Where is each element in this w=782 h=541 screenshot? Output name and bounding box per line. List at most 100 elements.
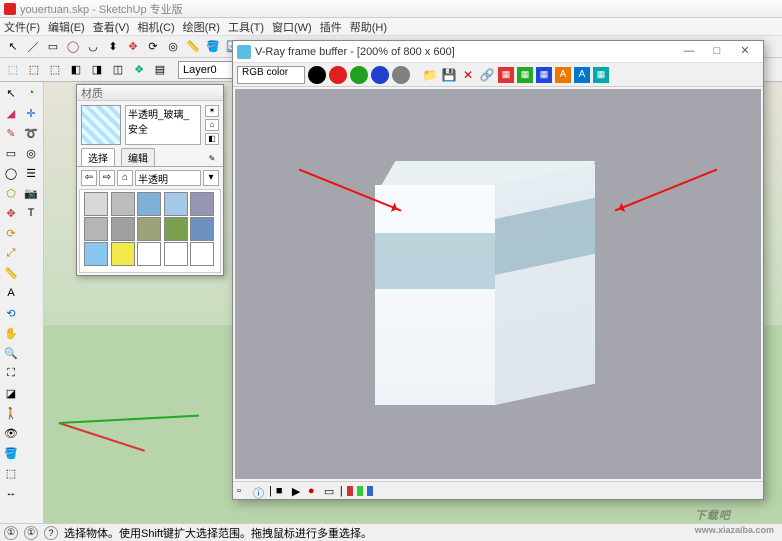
paint-tool-icon[interactable]: 🪣 xyxy=(204,38,222,56)
section-icon[interactable]: ◪ xyxy=(2,384,20,402)
menu-help[interactable]: 帮助(H) xyxy=(350,19,387,35)
polygon-icon[interactable]: ⬠ xyxy=(2,184,20,202)
move-icon[interactable]: ✥ xyxy=(2,204,20,222)
shaded-tex-icon[interactable]: ◨ xyxy=(88,61,106,79)
material-swatch[interactable] xyxy=(190,242,214,266)
vray-open-icon[interactable]: 📁 xyxy=(422,67,438,83)
hidden-line-icon[interactable]: ⬚ xyxy=(46,61,64,79)
axes-icon[interactable]: ✛ xyxy=(22,104,40,122)
component-icon[interactable]: ⬚ xyxy=(2,464,20,482)
rotate-icon[interactable]: ⟳ xyxy=(2,224,20,242)
vray-maximize-button[interactable]: □ xyxy=(703,43,731,61)
material-swatch[interactable] xyxy=(137,192,161,216)
vray-clear-icon[interactable]: ✕ xyxy=(460,67,476,83)
orbit-icon[interactable]: ⟲ xyxy=(2,304,20,322)
menu-draw[interactable]: 绘图(R) xyxy=(183,19,220,35)
shaded-icon[interactable]: ◧ xyxy=(67,61,85,79)
text-icon[interactable]: A xyxy=(2,284,20,302)
vray-status-prog-icon[interactable]: ▭ xyxy=(324,485,336,497)
pencil-icon[interactable]: ✎ xyxy=(2,124,20,142)
zoom-icon[interactable]: 🔍 xyxy=(2,344,20,362)
material-preview[interactable] xyxy=(81,105,121,145)
menu-window[interactable]: 窗口(W) xyxy=(272,19,312,35)
position-camera-icon[interactable]: 📷 xyxy=(22,184,40,202)
materials-tab-edit[interactable]: 编辑 xyxy=(121,148,155,166)
material-swatch[interactable] xyxy=(111,192,135,216)
menu-tools[interactable]: 工具(T) xyxy=(228,19,264,35)
material-swatch[interactable] xyxy=(164,192,188,216)
status-user-icon[interactable]: ① xyxy=(24,526,38,540)
menu-view[interactable]: 查看(V) xyxy=(93,19,130,35)
vray-channel-red-icon[interactable] xyxy=(329,66,347,84)
materials-menu-icon[interactable]: ▾ xyxy=(203,170,219,186)
material-swatch[interactable] xyxy=(84,217,108,241)
materials-panel[interactable]: 材质 半透明_玻璃_安全 ✶ ⌂ ◧ 选择 编辑 ✎ ⇦ ⇨ ⌂ 半透明 ▾ xyxy=(76,84,224,276)
vray-save-icon[interactable]: 💾 xyxy=(441,67,457,83)
vray-channel-blue-icon[interactable] xyxy=(371,66,389,84)
material-swatch[interactable] xyxy=(137,242,161,266)
protractor-icon[interactable]: ◔ xyxy=(22,84,40,102)
select-tool-icon[interactable]: ↖ xyxy=(4,38,22,56)
pushpull-tool-icon[interactable]: ⬍ xyxy=(104,38,122,56)
material-default-icon[interactable]: ⌂ xyxy=(205,119,219,131)
scale-icon[interactable]: ⤢ xyxy=(2,244,20,262)
vray-channel-green-icon[interactable] xyxy=(350,66,368,84)
vray-titlebar[interactable]: V-Ray frame buffer - [200% of 800 x 600]… xyxy=(233,41,763,63)
vray-status-stop-icon[interactable]: ■ xyxy=(276,485,288,497)
materials-category-dropdown[interactable]: 半透明 xyxy=(135,170,201,186)
rectangle-icon[interactable]: ▭ xyxy=(2,144,20,162)
materials-home-icon[interactable]: ⌂ xyxy=(117,170,133,186)
vray-a1-icon[interactable]: A xyxy=(555,67,571,83)
vray-link-icon[interactable]: 🔗 xyxy=(479,67,495,83)
vray-grid-teal-icon[interactable]: ▦ xyxy=(593,67,609,83)
materials-title[interactable]: 材质 xyxy=(77,85,223,101)
pointer-icon[interactable]: ↖ xyxy=(2,84,20,102)
look-icon[interactable]: 👁 xyxy=(2,424,20,442)
layer-visibility-icon[interactable]: ▤ xyxy=(151,61,169,79)
material-swatch[interactable] xyxy=(190,192,214,216)
vray-status-save-icon[interactable]: ▫ xyxy=(237,485,249,497)
layers-icon[interactable]: ❖ xyxy=(130,61,148,79)
move-tool-icon[interactable]: ✥ xyxy=(124,38,142,56)
circle-icon[interactable]: ◯ xyxy=(2,164,20,182)
materials-tab-select[interactable]: 选择 xyxy=(81,148,115,166)
paint-bucket-icon[interactable]: 🪣 xyxy=(2,444,20,462)
3dtext-icon[interactable]: T xyxy=(22,204,40,222)
material-swatch[interactable] xyxy=(190,217,214,241)
material-swatch[interactable] xyxy=(84,192,108,216)
pan-icon[interactable]: ✋ xyxy=(2,324,20,342)
vray-a2-icon[interactable]: A xyxy=(574,67,590,83)
vray-status-bar3-icon[interactable] xyxy=(367,486,373,496)
vray-channel-mono-icon[interactable] xyxy=(392,66,410,84)
materials-back-icon[interactable]: ⇦ xyxy=(81,170,97,186)
arc-tool-icon[interactable]: ◡ xyxy=(84,38,102,56)
rotate-tool-icon[interactable]: ⟳ xyxy=(144,38,162,56)
iso-view-icon[interactable]: ⬚ xyxy=(4,61,22,79)
vray-status-bar1-icon[interactable] xyxy=(347,486,353,496)
offset-tool-icon[interactable]: ◎ xyxy=(164,38,182,56)
eraser-icon[interactable]: ◢ xyxy=(2,104,20,122)
outliner-icon[interactable]: ☰ xyxy=(22,164,40,182)
zoom-extents-icon[interactable]: ⛶ xyxy=(2,364,20,382)
material-name-field[interactable]: 半透明_玻璃_安全 xyxy=(125,105,201,145)
material-swatch[interactable] xyxy=(164,242,188,266)
tape-icon[interactable]: 📏 xyxy=(2,264,20,282)
menu-camera[interactable]: 相机(C) xyxy=(137,19,174,35)
material-swatch[interactable] xyxy=(84,242,108,266)
vray-region-r-icon[interactable]: ▦ xyxy=(498,67,514,83)
vray-status-info-icon[interactable]: ⓘ xyxy=(253,485,265,497)
vray-region-b-icon[interactable]: ▦ xyxy=(536,67,552,83)
vray-window[interactable]: V-Ray frame buffer - [200% of 800 x 600]… xyxy=(232,40,764,500)
material-swatch[interactable] xyxy=(164,217,188,241)
menu-edit[interactable]: 编辑(E) xyxy=(48,19,85,35)
vray-minimize-button[interactable]: — xyxy=(675,43,703,61)
material-swatch[interactable] xyxy=(111,217,135,241)
material-swatch[interactable] xyxy=(111,242,135,266)
vray-status-rec-icon[interactable]: ● xyxy=(308,485,320,497)
status-geo-icon[interactable]: ① xyxy=(4,526,18,540)
material-display-icon[interactable]: ◧ xyxy=(205,133,219,145)
vray-close-button[interactable]: ✕ xyxy=(731,43,759,61)
xray-icon[interactable]: ◫ xyxy=(109,61,127,79)
vray-render-viewport[interactable] xyxy=(235,89,761,479)
vray-channel-dropdown[interactable]: RGB color xyxy=(237,66,305,84)
